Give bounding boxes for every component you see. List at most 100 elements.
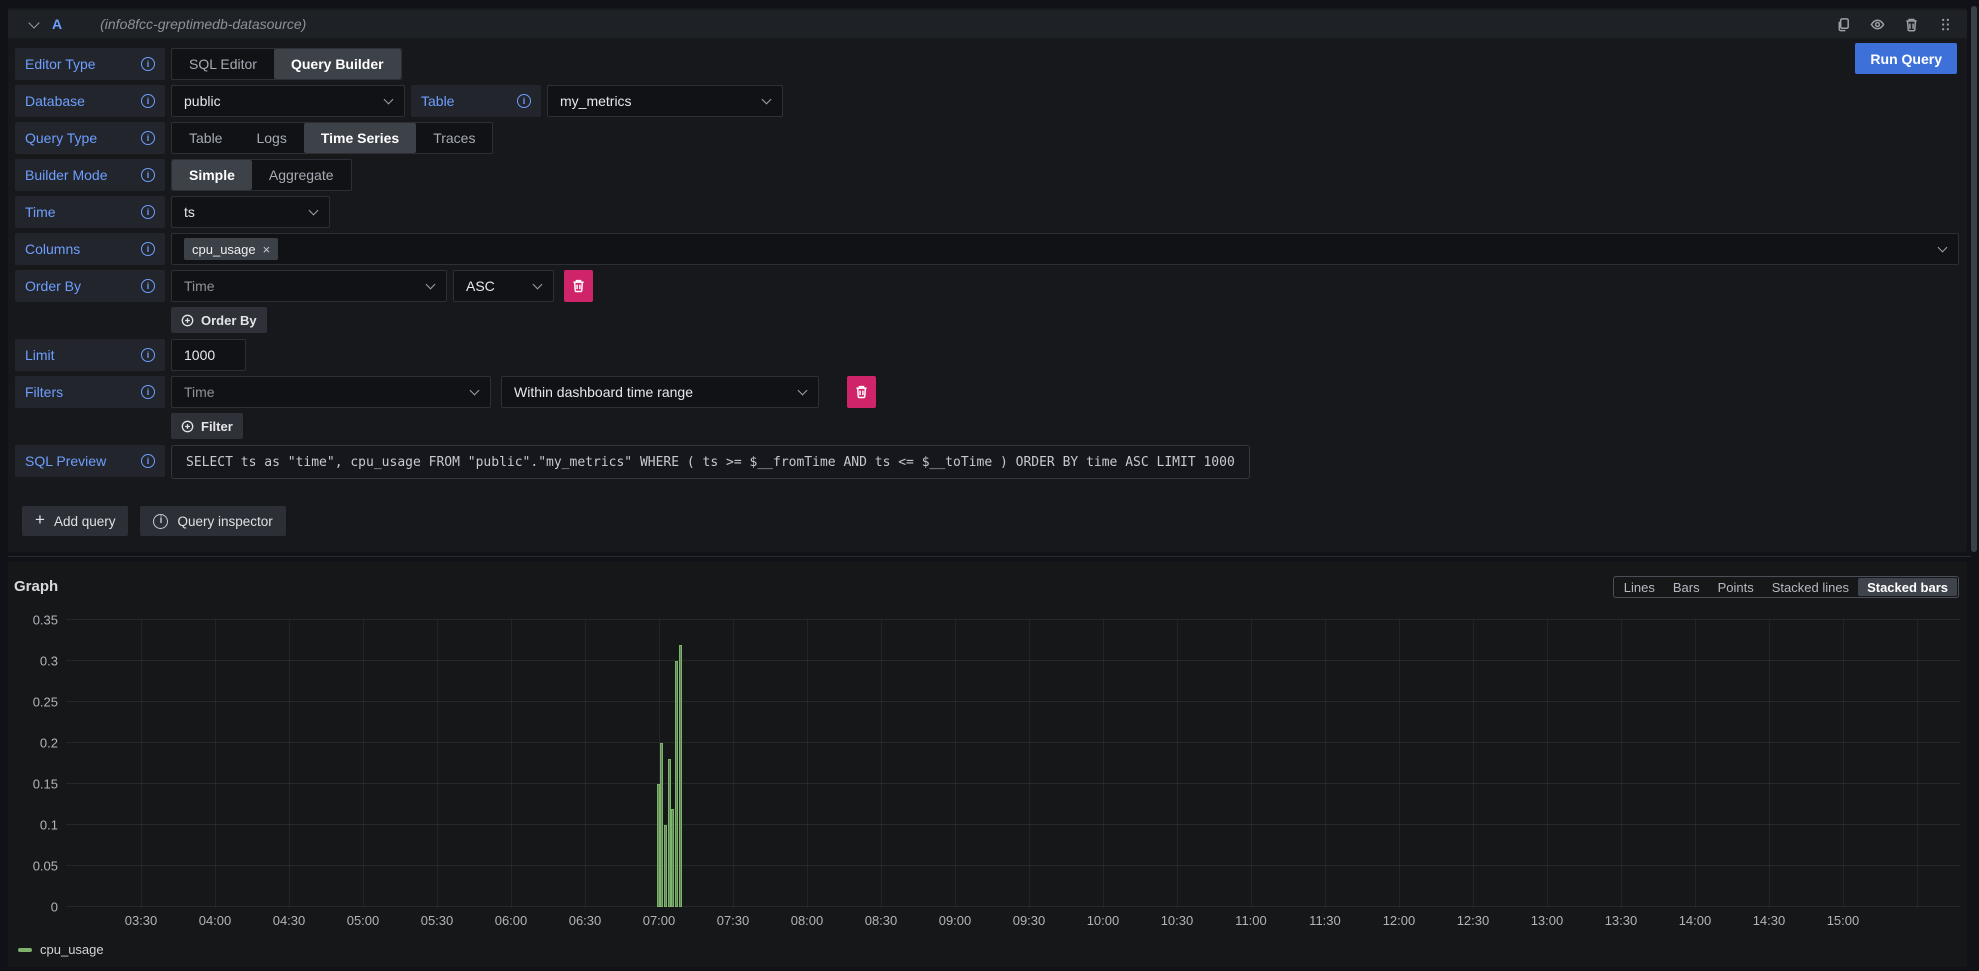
remove-chip-icon[interactable]: × <box>263 242 271 257</box>
x-axis-tick-label: 11:30 <box>1309 913 1341 928</box>
plot-area <box>66 620 1960 907</box>
info-icon[interactable]: i <box>141 385 155 399</box>
table-select[interactable]: my_metrics <box>547 85 783 117</box>
bar-cpu_usage[interactable] <box>664 825 667 907</box>
option-simple[interactable]: Simple <box>172 160 252 190</box>
legend-item-cpu_usage[interactable]: cpu_usage <box>18 942 104 957</box>
copy-icon[interactable] <box>1835 16 1851 32</box>
info-icon[interactable]: i <box>141 131 155 145</box>
order-by-direction-select[interactable]: ASC <box>453 270 554 302</box>
trash-icon[interactable] <box>1903 16 1919 32</box>
add-filter-button[interactable]: Filter <box>171 413 243 439</box>
database-select[interactable]: public <box>171 85 405 117</box>
graph-mode-tab-stacked-bars[interactable]: Stacked bars <box>1858 578 1957 596</box>
datasource-name: (info8fcc-greptimedb-datasource) <box>100 16 306 32</box>
bar-cpu_usage[interactable] <box>668 759 671 907</box>
gridline-vertical <box>1177 620 1178 907</box>
info-icon[interactable]: i <box>141 348 155 362</box>
bar-cpu_usage[interactable] <box>675 661 678 907</box>
info-icon[interactable]: i <box>141 454 155 468</box>
info-icon[interactable]: i <box>141 205 155 219</box>
x-axis-tick-label: 14:00 <box>1679 913 1712 928</box>
info-icon[interactable]: i <box>141 57 155 71</box>
drag-handle-icon[interactable] <box>1937 16 1953 32</box>
row-order-by: Order By i Time ASC <box>15 270 1959 302</box>
gridline-vertical <box>215 620 216 907</box>
row-editor-type: Editor Type i SQL EditorQuery Builder <box>15 48 1959 80</box>
row-sql-preview: SQL Preview i SELECT ts as "time", cpu_u… <box>15 445 1959 477</box>
x-axis-tick-label: 15:00 <box>1827 913 1860 928</box>
chevron-down-icon <box>1938 242 1948 252</box>
time-column-select[interactable]: ts <box>171 196 330 228</box>
chevron-down-icon <box>426 279 436 289</box>
limit-input[interactable]: 1000 <box>171 339 246 371</box>
gridline-vertical <box>289 620 290 907</box>
query-header[interactable]: A (info8fcc-greptimedb-datasource) <box>8 10 1967 38</box>
columns-multiselect[interactable]: cpu_usage × <box>171 233 1959 265</box>
gridline-vertical <box>1695 620 1696 907</box>
plus-circle-icon <box>181 420 194 433</box>
row-add-filter: Filter <box>15 413 1959 439</box>
bar-cpu_usage[interactable] <box>679 645 682 907</box>
chevron-down-icon[interactable] <box>28 17 39 28</box>
info-icon[interactable]: i <box>141 168 155 182</box>
info-icon[interactable]: i <box>141 242 155 256</box>
order-by-column-select[interactable]: Time <box>171 270 447 302</box>
gridline-horizontal <box>66 906 1960 907</box>
x-axis-tick-label: 04:30 <box>273 913 306 928</box>
info-icon[interactable]: i <box>517 94 531 108</box>
graph-mode-tab-bars[interactable]: Bars <box>1664 578 1709 596</box>
bar-cpu_usage[interactable] <box>657 784 660 907</box>
graph-mode-tab-stacked-lines[interactable]: Stacked lines <box>1763 578 1858 596</box>
gridline-horizontal <box>66 660 1960 661</box>
filter-condition-select[interactable]: Within dashboard time range <box>501 376 819 408</box>
bar-cpu_usage[interactable] <box>671 809 674 907</box>
filter-column-select[interactable]: Time <box>171 376 491 408</box>
field-label-query-type: Query Type i <box>15 122 165 154</box>
x-axis-tick-label: 08:30 <box>865 913 898 928</box>
option-sql-editor[interactable]: SQL Editor <box>172 49 274 79</box>
chevron-down-icon <box>533 279 543 289</box>
bar-cpu_usage[interactable] <box>660 743 663 907</box>
field-label-table: Table i <box>411 85 541 117</box>
remove-filter-button[interactable] <box>847 376 876 408</box>
gridline-vertical <box>1399 620 1400 907</box>
gridline-horizontal <box>66 742 1960 743</box>
option-logs[interactable]: Logs <box>239 123 303 153</box>
x-axis-tick-label: 07:00 <box>643 913 676 928</box>
add-query-button[interactable]: + Add query <box>22 506 128 536</box>
option-query-builder[interactable]: Query Builder <box>274 49 401 79</box>
field-label-database: Database i <box>15 85 165 117</box>
info-icon[interactable]: i <box>141 94 155 108</box>
x-axis-tick-label: 12:30 <box>1457 913 1490 928</box>
gridline-vertical <box>1917 620 1918 907</box>
query-inspector-button[interactable]: i Query inspector <box>140 506 285 536</box>
option-traces[interactable]: Traces <box>416 123 492 153</box>
gridline-horizontal <box>66 783 1960 784</box>
x-axis-tick-label: 14:30 <box>1753 913 1786 928</box>
eye-icon[interactable] <box>1869 16 1885 32</box>
grafana-query-page: A (info8fcc-greptimedb-datasource) Run Q… <box>0 0 1979 971</box>
gridline-vertical <box>1621 620 1622 907</box>
y-axis-tick-label: 0.15 <box>33 777 58 792</box>
x-axis-tick-label: 10:30 <box>1161 913 1194 928</box>
gridline-vertical <box>733 620 734 907</box>
graph-mode-tab-lines[interactable]: Lines <box>1615 578 1664 596</box>
column-chip-cpu-usage[interactable]: cpu_usage × <box>184 238 278 260</box>
remove-order-by-button[interactable] <box>564 270 593 302</box>
option-aggregate[interactable]: Aggregate <box>252 160 351 190</box>
gridline-vertical <box>955 620 956 907</box>
option-table[interactable]: Table <box>172 123 239 153</box>
gridline-vertical <box>511 620 512 907</box>
option-time-series[interactable]: Time Series <box>304 123 416 153</box>
scrollbar-thumb[interactable] <box>1971 6 1977 552</box>
info-icon[interactable]: i <box>141 279 155 293</box>
y-axis-tick-label: 0.2 <box>40 736 58 751</box>
row-query-type: Query Type i TableLogsTime SeriesTraces <box>15 122 1959 154</box>
query-header-actions <box>1835 16 1953 32</box>
row-builder-mode: Builder Mode i SimpleAggregate <box>15 159 1959 191</box>
graph-mode-tab-points[interactable]: Points <box>1709 578 1763 596</box>
add-order-by-button[interactable]: Order By <box>171 307 267 333</box>
gridline-vertical <box>141 620 142 907</box>
chevron-down-icon <box>798 385 808 395</box>
